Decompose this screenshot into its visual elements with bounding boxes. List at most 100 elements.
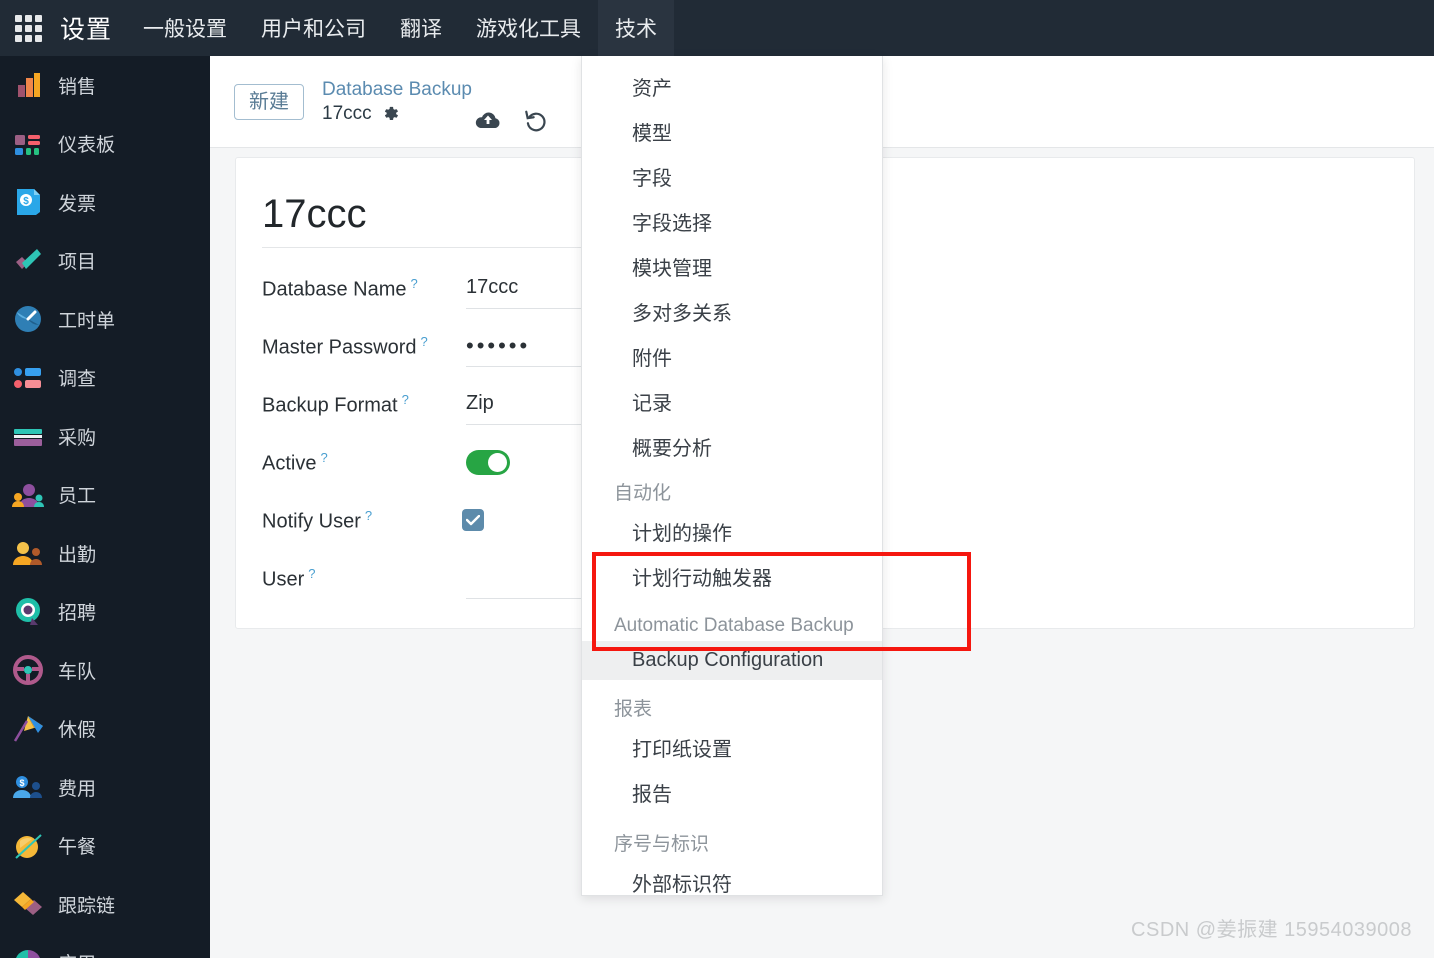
sidebar-item-recruitment[interactable]: 招聘 [0,583,210,642]
sidebar-item-project[interactable]: 项目 [0,232,210,291]
sidebar-label: 销售 [58,76,97,98]
notify-user-checkbox[interactable] [462,509,484,531]
field-label: Active? [262,450,328,475]
sidebar-label: 招聘 [58,603,97,625]
recruitment-icon [10,594,46,630]
timesheet-clock-icon [10,301,46,337]
app-root: 设置 一般设置 用户和公司 翻译 游戏化工具 技术 销售 仪表板 $ 发票 项目… [0,0,1434,958]
sidebar-item-purchase[interactable]: 采购 [0,407,210,466]
help-marker[interactable]: ? [320,450,327,465]
sidebar-label: 出勤 [58,544,97,566]
menu-item-assets[interactable]: 资产 [582,64,882,109]
menu-item-many2many-relations[interactable]: 多对多关系 [582,289,882,334]
menu-group-automatic-database-backup: Automatic Database Backup [614,615,854,636]
menu-item-scheduled-actions[interactable]: 计划的操作 [582,509,882,554]
sidebar-item-sales[interactable]: 销售 [0,56,210,115]
apps-pie-icon [10,945,46,958]
breadcrumb-record-name: 17ccc [322,102,372,124]
help-marker[interactable]: ? [421,334,428,349]
sidebar-item-survey[interactable]: 调查 [0,349,210,408]
sidebar-label: 跟踪链 [58,895,116,917]
navbar-brand[interactable]: 设置 [56,0,126,56]
sidebar-label: 发票 [58,193,97,215]
chain-link-icon [10,886,46,922]
expenses-icon: $ [10,769,46,805]
survey-icon [10,360,46,396]
sidebar-item-dashboard[interactable]: 仪表板 [0,115,210,174]
nav-tab-general-settings[interactable]: 一般设置 [126,0,244,56]
menu-group-automation: 自动化 [614,483,672,504]
menu-item-records[interactable]: 记录 [582,379,882,424]
undo-discard-icon[interactable] [523,108,548,132]
menu-item-module-management[interactable]: 模块管理 [582,244,882,289]
apps-grid-icon[interactable] [0,0,56,56]
breadcrumb-current: 17ccc [322,103,472,125]
sidebar-item-apps[interactable]: 应用 [0,934,210,958]
new-record-button[interactable]: 新建 [234,83,304,120]
svg-text:$: $ [23,196,29,207]
menu-item-paper-format[interactable]: 打印纸设置 [582,725,882,770]
menu-item-external-identifiers[interactable]: 外部标识符 [582,860,882,895]
sidebar-label: 采购 [58,427,97,449]
menu-item-fields[interactable]: 字段 [582,154,882,199]
menu-item-field-selection[interactable]: 字段选择 [582,199,882,244]
sidebar-item-invoicing[interactable]: $ 发票 [0,173,210,232]
sidebar-label: 应用 [58,949,96,958]
attendance-icon [10,535,46,571]
nav-tab-technical[interactable]: 技术 [598,0,675,56]
sidebar-item-expenses[interactable]: $ 费用 [0,758,210,817]
purchase-card-icon [10,418,46,454]
menu-group-reporting: 报表 [614,699,653,720]
cloud-upload-icon[interactable] [475,109,501,131]
field-label: Database Name? [262,276,418,301]
menu-item-reports[interactable]: 报告 [582,770,882,815]
field-label: User? [262,566,316,591]
sidebar-item-timeoff[interactable]: 休假 [0,700,210,759]
svg-text:$: $ [19,778,24,788]
timeoff-umbrella-icon [10,711,46,747]
field-label: Backup Format? [262,392,409,417]
help-marker[interactable]: ? [365,508,372,523]
breadcrumb: Database Backup 17ccc [322,79,472,125]
fleet-steering-wheel-icon [10,652,46,688]
sidebar: 销售 仪表板 $ 发票 项目 工时单 调查 采购 员工 出勤 招聘 车队 休假 … [0,56,210,958]
nav-tab-users-companies[interactable]: 用户和公司 [244,0,383,56]
help-marker[interactable]: ? [402,392,409,407]
nav-tab-translations[interactable]: 翻译 [383,0,459,56]
sidebar-label: 午餐 [58,837,97,859]
sidebar-label: 工时单 [58,310,116,332]
sidebar-label: 员工 [58,486,97,508]
menu-item-models[interactable]: 模型 [582,109,882,154]
sidebar-item-lunch[interactable]: 午餐 [0,817,210,876]
breadcrumb-root-link[interactable]: Database Backup [322,79,472,101]
field-label: Notify User? [262,508,373,533]
sidebar-label: 费用 [58,778,97,800]
menu-item-attachments[interactable]: 附件 [582,334,882,379]
menu-item-backup-configuration[interactable]: Backup Configuration [582,641,882,680]
sidebar-label: 车队 [58,661,97,683]
menu-item-automated-actions[interactable]: 计划行动触发器 [582,554,882,599]
project-check-icon [10,243,46,279]
menu-group-sequences-identifiers: 序号与标识 [614,834,710,855]
sidebar-item-attendance[interactable]: 出勤 [0,524,210,583]
sidebar-label: 休假 [58,720,97,742]
gear-icon[interactable] [381,104,400,123]
dashboard-icon [10,126,46,162]
notify-user-wrap [462,501,484,541]
menu-item-profiling[interactable]: 概要分析 [582,424,882,469]
active-toggle[interactable] [466,449,510,475]
sidebar-item-fleet[interactable]: 车队 [0,641,210,700]
nav-tab-gamification[interactable]: 游戏化工具 [459,0,598,56]
field-label: Master Password? [262,334,428,359]
help-marker[interactable]: ? [308,566,315,581]
invoice-dollar-icon: $ [10,184,46,220]
sidebar-item-employees[interactable]: 员工 [0,466,210,525]
form-column-right [825,260,1414,608]
help-marker[interactable]: ? [411,276,418,291]
sidebar-label: 项目 [58,252,97,274]
sidebar-label: 调查 [58,369,97,391]
employees-people-icon [10,477,46,513]
watermark-text: CSDN @姜振建 15954039008 [1131,919,1412,941]
sidebar-item-chain[interactable]: 跟踪链 [0,875,210,934]
sidebar-item-timesheets[interactable]: 工时单 [0,290,210,349]
